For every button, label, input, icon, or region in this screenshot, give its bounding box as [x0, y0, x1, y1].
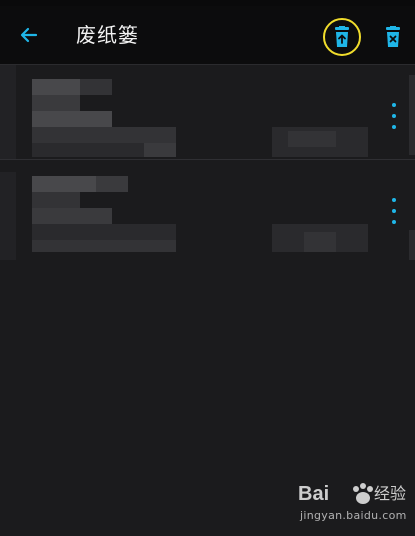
list-item[interactable]	[0, 65, 415, 160]
item-edge	[0, 65, 16, 159]
blurred-title	[80, 79, 112, 95]
app-bar: 废纸篓	[0, 6, 415, 65]
more-vertical-icon-dot	[392, 125, 396, 129]
blurred-text	[32, 224, 176, 240]
blurred-title	[32, 176, 96, 192]
restore-button[interactable]	[323, 18, 361, 56]
item-edge	[0, 172, 16, 260]
blurred-text	[32, 208, 112, 224]
trash-delete-icon	[386, 26, 400, 47]
blurred-text	[32, 127, 176, 143]
blurred-text	[32, 95, 80, 111]
baidu-jingyan-watermark: Bai 经验 jingyan.baidu.com	[298, 482, 410, 528]
scroll-edge	[409, 230, 415, 260]
paw-logo-icon	[353, 483, 373, 504]
blurred-date	[32, 143, 144, 157]
trash-screen: 废纸篓 Bai 经验 jingyan.baidu.com	[0, 0, 415, 536]
delete-forever-button[interactable]	[376, 20, 410, 54]
more-vertical-icon-dot	[392, 209, 396, 213]
blurred-text	[32, 111, 112, 127]
trash-note-list	[0, 65, 415, 260]
more-vertical-icon-dot	[392, 114, 396, 118]
more-options-button[interactable]	[386, 198, 402, 224]
page-title: 废纸篓	[76, 23, 139, 47]
more-vertical-icon	[392, 198, 396, 202]
arrow-left-icon	[20, 27, 38, 43]
back-button[interactable]	[14, 20, 44, 50]
scroll-edge	[409, 75, 415, 155]
blurred-meta	[304, 232, 336, 252]
blurred-title	[96, 176, 128, 192]
trash-restore-icon	[335, 26, 349, 47]
blurred-text	[32, 192, 80, 208]
list-item[interactable]	[0, 160, 415, 260]
watermark-jingyan: 经验	[374, 484, 407, 503]
more-vertical-icon-dot	[392, 220, 396, 224]
watermark-brand: Bai	[298, 483, 330, 505]
blurred-title	[32, 79, 80, 95]
blurred-date	[144, 143, 176, 157]
more-vertical-icon	[392, 103, 396, 107]
blurred-meta	[288, 131, 336, 147]
more-options-button[interactable]	[386, 103, 402, 129]
blurred-date	[32, 240, 176, 252]
watermark-url: jingyan.baidu.com	[300, 509, 407, 522]
